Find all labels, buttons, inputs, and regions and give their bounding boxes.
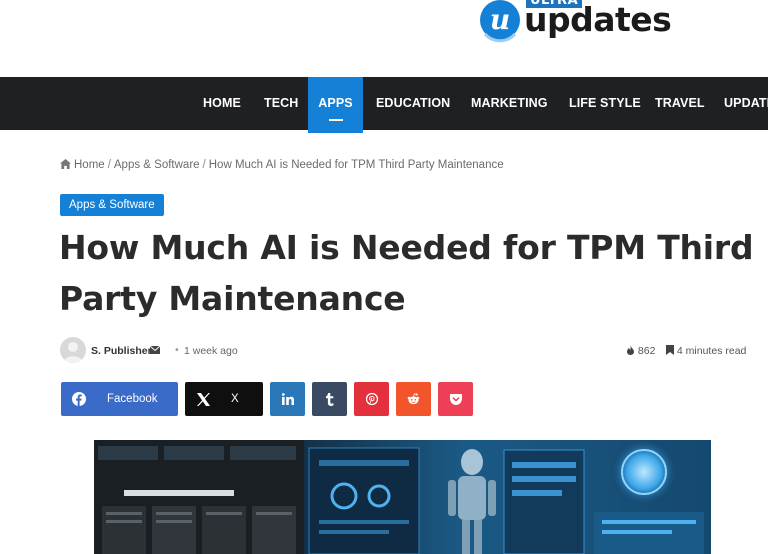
breadcrumb-home-link[interactable]: Home — [74, 159, 105, 171]
author-avatar[interactable] — [60, 337, 86, 363]
breadcrumb-separator: / — [107, 159, 111, 171]
share-x-button[interactable]: X — [185, 382, 263, 416]
share-pinterest-button[interactable] — [354, 382, 389, 416]
nav-item-life-style[interactable]: LIFE STYLE — [569, 77, 641, 130]
breadcrumb-category-link[interactable]: Apps & Software — [114, 159, 200, 171]
envelope-icon[interactable] — [150, 346, 160, 354]
view-count-value: 862 — [637, 345, 656, 357]
nav-item-marketing[interactable]: MARKETING — [471, 77, 548, 130]
nav-item-travel[interactable]: TRAVEL — [655, 77, 705, 130]
view-count: 862 — [626, 345, 655, 357]
site-header: u ULTRA updates — [0, 0, 768, 77]
nav-item-education[interactable]: EDUCATION — [376, 77, 450, 130]
share-x-label: X — [231, 393, 239, 405]
post-date: 1 week ago — [184, 345, 238, 357]
share-reddit-button[interactable] — [396, 382, 431, 416]
bookmark-icon — [666, 345, 674, 355]
article-title: How Much AI is Needed for TPM Third Part… — [59, 228, 754, 318]
article-featured-image[interactable] — [94, 440, 711, 554]
nav-item-update[interactable]: UPDATE — [724, 77, 768, 130]
nav-item-tech[interactable]: TECH — [264, 77, 298, 130]
share-facebook-button[interactable]: Facebook — [61, 382, 178, 416]
nav-item-apps[interactable]: APPS — [308, 77, 363, 133]
share-linkedin-button[interactable] — [270, 382, 305, 416]
category-badge[interactable]: Apps & Software — [60, 194, 164, 216]
author-name[interactable]: S. Publisher — [91, 345, 152, 357]
facebook-icon — [61, 382, 97, 416]
main-navigation: HOME TECH APPS EDUCATION MARKETING LIFE … — [0, 77, 768, 133]
read-time: 4 minutes read — [666, 345, 746, 357]
nav-items: HOME TECH APPS EDUCATION MARKETING LIFE … — [0, 77, 768, 133]
reddit-icon — [407, 393, 420, 405]
x-icon — [185, 382, 221, 416]
logo-wordmark: ULTRA updates — [524, 0, 672, 40]
home-icon — [60, 159, 71, 169]
logo-mark: u — [477, 0, 523, 44]
linkedin-icon — [281, 393, 294, 405]
article-meta: S. Publisher • 1 week ago 862 4 minutes … — [60, 337, 750, 363]
logo-mark-letter: u — [490, 3, 510, 36]
meta-separator-dot: • — [175, 344, 179, 356]
featured-image-artwork — [94, 440, 711, 554]
breadcrumb-current: How Much AI is Needed for TPM Third Part… — [208, 159, 504, 171]
site-logo[interactable]: u ULTRA updates — [477, 0, 672, 44]
share-facebook-label: Facebook — [107, 393, 158, 405]
pinterest-icon — [365, 393, 378, 405]
logo-ultra: ULTRA — [526, 0, 583, 8]
breadcrumb: Home / Apps & Software / How Much AI is Need… — [60, 159, 504, 171]
tumblr-icon — [326, 392, 334, 406]
share-tumblr-button[interactable] — [312, 382, 347, 416]
nav-item-home[interactable]: HOME — [203, 77, 241, 130]
read-time-value: 4 minutes read — [676, 345, 747, 357]
breadcrumb-separator: / — [202, 159, 206, 171]
pocket-icon — [449, 393, 462, 405]
fire-icon — [627, 345, 634, 355]
share-pocket-button[interactable] — [438, 382, 473, 416]
